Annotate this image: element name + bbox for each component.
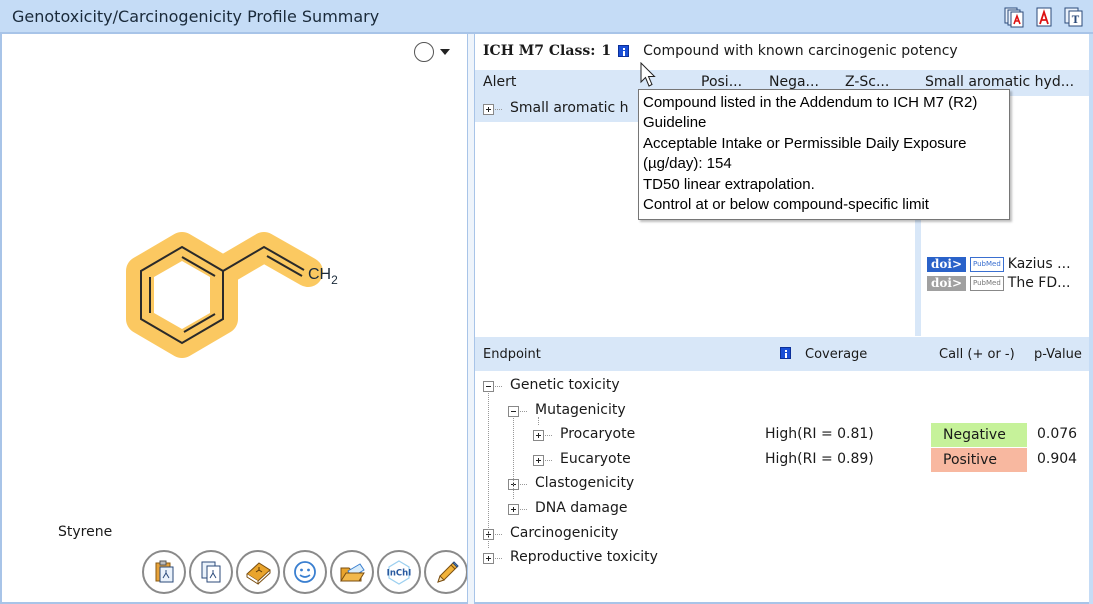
endpoint-row[interactable]: DNA damage bbox=[475, 497, 1093, 521]
ich-class-label: ICH M7 Class: bbox=[483, 43, 596, 59]
info-icon[interactable] bbox=[618, 45, 630, 57]
pdf-icon[interactable] bbox=[1033, 6, 1055, 28]
inchi-icon: InChI bbox=[387, 560, 412, 585]
pubmed-link[interactable]: PubMed bbox=[970, 275, 1004, 291]
endpoint-row[interactable]: Genetic toxicity bbox=[475, 374, 1093, 398]
report-toolbar: T bbox=[1003, 6, 1085, 28]
smiles-button[interactable] bbox=[283, 550, 327, 594]
structure-panel: CH2 Styrene InChI bbox=[0, 34, 468, 604]
structure-book-button[interactable] bbox=[236, 550, 280, 594]
endpoint-label: Mutagenicity bbox=[535, 401, 626, 418]
column-positive[interactable]: Posi... bbox=[701, 74, 742, 90]
call-badge: Positive bbox=[931, 447, 1027, 472]
compound-name: Styrene bbox=[58, 524, 113, 540]
reference-text[interactable]: Kazius ... bbox=[1008, 256, 1071, 272]
doi-link[interactable]: doi> bbox=[927, 275, 967, 291]
doi-link[interactable]: doi> bbox=[927, 256, 967, 272]
radio-circle-icon[interactable] bbox=[414, 42, 434, 62]
mouse-cursor-icon bbox=[640, 62, 656, 87]
endpoint-label: DNA damage bbox=[535, 500, 628, 516]
structure-book-icon bbox=[246, 562, 271, 585]
molecule-structure[interactable]: CH2 bbox=[122, 209, 372, 369]
endpoint-label: Eucaryote bbox=[560, 450, 631, 467]
expand-plus-icon[interactable] bbox=[483, 553, 494, 565]
inchi-button[interactable]: InChI bbox=[377, 550, 421, 594]
coverage-value: High(RI = 0.89) bbox=[765, 450, 874, 467]
paste-structure-icon bbox=[155, 560, 174, 583]
view-options-dropdown[interactable] bbox=[414, 42, 450, 62]
edit-pencil-icon bbox=[437, 561, 459, 583]
edit-structure-button[interactable] bbox=[424, 550, 468, 594]
reference-row: doi> PubMed Kazius ... bbox=[927, 256, 1071, 272]
paste-structure-button[interactable] bbox=[142, 550, 186, 594]
title-bar: Genotoxicity/Carcinogenicity Profile Sum… bbox=[0, 0, 1093, 34]
pvalue: 0.076 bbox=[1037, 426, 1078, 443]
endpoint-row[interactable]: Eucaryote High(RI = 0.89) Positive 0.904 bbox=[475, 447, 1093, 472]
column-pvalue[interactable]: p-Value bbox=[1034, 347, 1082, 362]
endpoint-label: Genetic toxicity bbox=[510, 377, 620, 393]
column-negative[interactable]: Nega... bbox=[769, 74, 819, 90]
collapse-minus-icon[interactable] bbox=[483, 381, 494, 392]
vertical-scrollbar[interactable] bbox=[1089, 34, 1093, 604]
call-badge: Negative bbox=[931, 423, 1027, 448]
reference-text[interactable]: The FD... bbox=[1008, 275, 1071, 291]
endpoint-row[interactable]: Procaryote High(RI = 0.81) Negative 0.076 bbox=[475, 423, 1093, 448]
endpoint-row[interactable]: Reproductive toxicity bbox=[475, 546, 1093, 570]
endpoints-table-header: Endpoint Coverage Call (+ or -) p-Value bbox=[475, 337, 1093, 371]
window-title: Genotoxicity/Carcinogenicity Profile Sum… bbox=[12, 7, 380, 26]
pane-splitter[interactable] bbox=[467, 34, 475, 604]
expand-plus-icon[interactable] bbox=[508, 504, 519, 515]
expand-plus-icon[interactable] bbox=[533, 454, 544, 466]
endpoint-label: Reproductive toxicity bbox=[510, 549, 658, 566]
open-file-icon bbox=[340, 563, 365, 582]
text-report-icon[interactable]: T bbox=[1063, 6, 1085, 28]
endpoint-row[interactable]: Mutagenicity bbox=[475, 399, 1093, 423]
expand-plus-icon[interactable] bbox=[483, 104, 494, 115]
pvalue: 0.904 bbox=[1037, 450, 1078, 467]
ich-info-tooltip: Compound listed in the Addendum to ICH M… bbox=[638, 89, 1010, 220]
column-zscore[interactable]: Z-Sc... bbox=[845, 74, 889, 90]
copy-structure-button[interactable] bbox=[189, 550, 233, 594]
endpoint-row[interactable]: Clastogenicity bbox=[475, 472, 1093, 496]
endpoint-label: Clastogenicity bbox=[535, 475, 635, 492]
multi-pdf-icon[interactable] bbox=[1003, 6, 1025, 28]
endpoint-row[interactable]: Carcinogenicity bbox=[475, 522, 1093, 546]
ich-class-value: 1 bbox=[601, 43, 612, 59]
coverage-value: High(RI = 0.81) bbox=[765, 426, 874, 443]
svg-text:InChI: InChI bbox=[387, 569, 412, 579]
open-file-button[interactable] bbox=[330, 550, 374, 594]
column-coverage[interactable]: Coverage bbox=[805, 347, 867, 362]
structure-toolbar: InChI bbox=[142, 550, 468, 594]
coverage-info-icon[interactable] bbox=[780, 347, 791, 359]
column-alert-detail[interactable]: Small aromatic hyd... bbox=[925, 74, 1074, 90]
smiles-icon bbox=[294, 561, 316, 583]
column-endpoint[interactable]: Endpoint bbox=[483, 347, 541, 362]
svg-text:T: T bbox=[1072, 15, 1080, 26]
reference-row: doi> PubMed The FD... bbox=[927, 275, 1070, 291]
ich-m7-classification: ICH M7 Class: 1 Compound with known carc… bbox=[483, 43, 958, 59]
endpoint-label: Procaryote bbox=[560, 426, 636, 443]
pubmed-link[interactable]: PubMed bbox=[970, 256, 1004, 272]
collapse-minus-icon[interactable] bbox=[508, 405, 519, 417]
alert-label: Small aromatic h bbox=[510, 100, 629, 116]
endpoint-label: Carcinogenicity bbox=[510, 524, 619, 541]
copy-structure-icon bbox=[201, 561, 221, 583]
column-alert[interactable]: Alert bbox=[483, 74, 516, 90]
chevron-down-icon[interactable] bbox=[440, 49, 450, 55]
ich-class-description: Compound with known carcinogenic potency bbox=[643, 43, 958, 59]
expand-plus-icon[interactable] bbox=[533, 430, 544, 442]
column-call[interactable]: Call (+ or -) bbox=[939, 347, 1015, 362]
